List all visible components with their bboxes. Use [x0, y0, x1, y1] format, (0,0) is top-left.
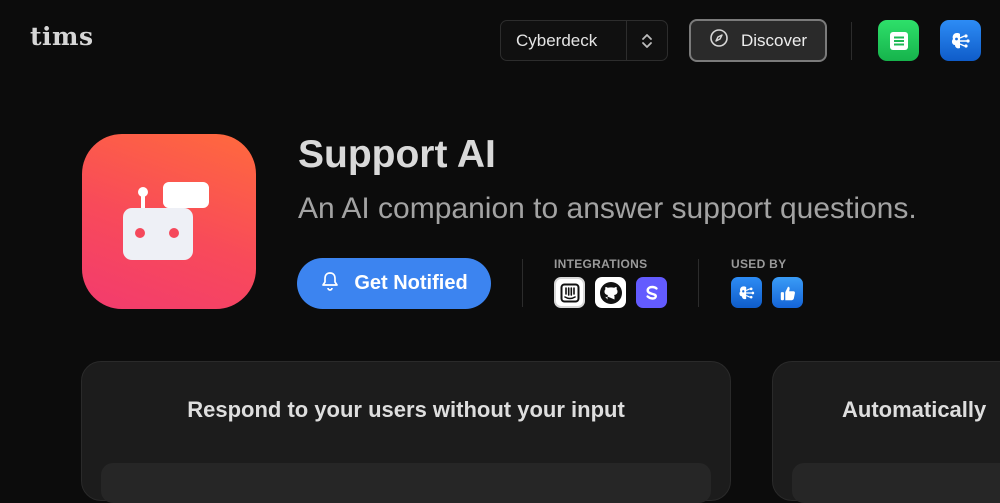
discover-label: Discover [740, 30, 808, 50]
thumbs-up-app-icon[interactable] [772, 277, 803, 308]
github-icon[interactable] [595, 277, 626, 308]
support-ai-app-icon [82, 134, 256, 309]
integrations-label: INTEGRATIONS [554, 257, 648, 271]
bell-icon [320, 270, 340, 298]
discover-button[interactable]: Discover [689, 19, 827, 62]
notes-app-icon[interactable] [878, 20, 919, 61]
stripe-icon[interactable] [636, 277, 667, 308]
header-divider [851, 22, 852, 60]
intercom-icon[interactable] [554, 277, 585, 308]
used-by-label: USED BY [731, 257, 787, 271]
compass-icon [709, 28, 729, 53]
workspace-name: Cyberdeck [516, 30, 598, 50]
feature-card-title: Automatically [842, 397, 987, 422]
product-title: Support AI [298, 133, 496, 176]
brain-app-icon[interactable] [731, 277, 762, 308]
feature-card-preview [101, 463, 711, 503]
get-notified-button[interactable]: Get Notified [297, 258, 491, 309]
get-notified-label: Get Notified [354, 272, 468, 294]
integrations-divider [522, 259, 523, 307]
feature-card-preview [792, 463, 1000, 503]
workspace-selector[interactable]: Cyberdeck [500, 20, 668, 61]
product-subtitle: An AI companion to answer support questi… [298, 192, 917, 225]
logo[interactable]: tims [30, 22, 94, 51]
chevron-up-down-icon [626, 21, 667, 60]
brain-app-icon[interactable] [940, 20, 981, 61]
feature-card-title: Respond to your users without your input [187, 397, 625, 422]
used-by-divider [698, 259, 699, 307]
